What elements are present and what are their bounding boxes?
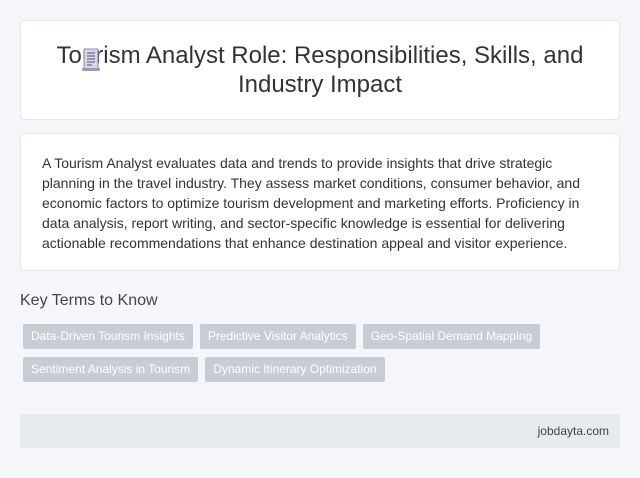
key-term-tag: Predictive Visitor Analytics	[199, 324, 356, 349]
page-title: Tourism Analyst Role: Responsibilities, …	[56, 42, 584, 98]
title-card: Tourism Analyst Role: Responsibilities, …	[20, 20, 620, 120]
key-term-tag: Dynamic Itinerary Optimization	[205, 357, 385, 382]
document-icon	[82, 48, 100, 71]
footer-site-link[interactable]: jobdayta.com	[538, 424, 609, 438]
title-wrap: Tourism Analyst Role: Responsibilities, …	[40, 41, 600, 99]
description-card: A Tourism Analyst evaluates data and tre…	[20, 133, 620, 271]
key-terms-list: Data-Driven Tourism Insights Predictive …	[23, 324, 623, 382]
footer: jobdayta.com	[20, 414, 620, 448]
key-terms-heading: Key Terms to Know	[20, 292, 158, 309]
key-term-tag: Data-Driven Tourism Insights	[23, 324, 193, 349]
key-term-tag: Geo-Spatial Demand Mapping	[362, 324, 541, 349]
description-text: A Tourism Analyst evaluates data and tre…	[42, 155, 580, 251]
key-term-tag: Sentiment Analysis in Tourism	[23, 357, 199, 382]
